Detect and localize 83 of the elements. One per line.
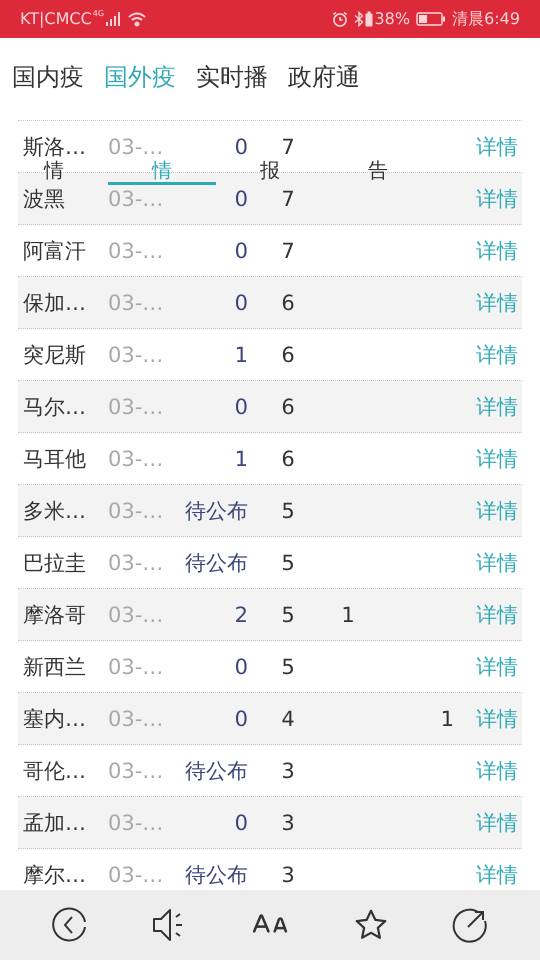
table-cell: 待公布 xyxy=(185,500,248,522)
nav-tab[interactable]: 国内疫 xyxy=(12,59,84,95)
table-cell: 待公布 xyxy=(185,864,248,886)
table-cell: 6 xyxy=(281,448,295,470)
country-name: 波黑 xyxy=(22,188,66,210)
table-cell: 5 xyxy=(281,552,295,574)
country-name: 孟加… xyxy=(22,812,87,834)
date-text: 03-… xyxy=(108,292,164,314)
date-text: 03-… xyxy=(108,396,164,418)
table-cell: 6 xyxy=(281,292,295,314)
table-cell: 6 xyxy=(281,396,295,418)
date-text: 03-… xyxy=(108,552,164,574)
table-cell: 0 xyxy=(234,396,248,418)
table-row[interactable]: 孟加… 03-… 0 3 详情 xyxy=(18,797,522,849)
country-name: 巴拉圭 xyxy=(22,552,87,574)
table-cell: 0 xyxy=(234,292,248,314)
country-name: 哥伦… xyxy=(22,760,87,782)
table-cell: 7 xyxy=(281,136,295,158)
date-text: 03-… xyxy=(108,812,164,834)
date-text: 03-… xyxy=(108,708,164,730)
share-icon[interactable] xyxy=(452,907,488,943)
country-name: 摩洛哥 xyxy=(22,604,87,626)
table-row[interactable]: 保加… 03-… 0 6 详情 xyxy=(18,277,522,329)
date-text: 03-… xyxy=(108,448,164,470)
country-name: 摩尔… xyxy=(22,864,87,886)
table-cell: 5 xyxy=(281,500,295,522)
country-name: 保加… xyxy=(22,292,87,314)
table-cell: 7 xyxy=(281,188,295,210)
table-cell: 1 xyxy=(234,344,248,366)
table-cell: 1 xyxy=(234,448,248,470)
country-name: 突尼斯 xyxy=(22,344,87,366)
battery-percent: 38% xyxy=(374,8,410,30)
back-icon[interactable] xyxy=(52,907,88,943)
table-cell: 4 xyxy=(281,708,295,730)
date-text: 03-… xyxy=(108,604,164,626)
table-cell: 0 xyxy=(234,136,248,158)
table-row[interactable]: 马尔… 03-… 0 6 详情 xyxy=(18,381,522,433)
country-name: 斯洛… xyxy=(22,136,87,158)
date-text: 03-… xyxy=(108,240,164,262)
table-cell: 待公布 xyxy=(185,760,248,782)
table-cell: 0 xyxy=(234,812,248,834)
table-row[interactable]: 多米… 03-… 待公布 5 详情 xyxy=(18,485,522,537)
nav-tab[interactable]: 政府通 xyxy=(288,59,360,95)
table-cell: 3 xyxy=(281,760,295,782)
table-cell: 3 xyxy=(281,812,295,834)
date-text: 03-… xyxy=(108,136,164,158)
table-cell: 5 xyxy=(281,656,295,678)
date-text: 03-… xyxy=(108,656,164,678)
alarm-icon xyxy=(332,11,348,27)
table-cell: 1 xyxy=(440,708,454,730)
carrier-name: KT|CMCC xyxy=(20,8,92,30)
table-cell: 0 xyxy=(234,188,248,210)
country-name: 塞内… xyxy=(22,708,87,730)
clock-time: 清晨6:49 xyxy=(452,8,520,30)
battery-icon xyxy=(416,12,446,26)
date-text: 03-… xyxy=(108,188,164,210)
table-cell: 0 xyxy=(234,656,248,678)
table-cell: 1 xyxy=(341,604,355,626)
table-cell: 6 xyxy=(281,344,295,366)
nav-tab[interactable]: 实时播 xyxy=(196,59,268,95)
network-type: 4G xyxy=(92,8,104,20)
table-row[interactable]: 摩洛哥 03-… 2 5 1 详情 xyxy=(18,589,522,641)
table-cell: 待公布 xyxy=(185,552,248,574)
country-name: 新西兰 xyxy=(22,656,87,678)
date-text: 03-… xyxy=(108,760,164,782)
country-name: 马耳他 xyxy=(22,448,87,470)
table-row[interactable]: 塞内… 03-… 0 4 1 详情 xyxy=(18,693,522,745)
battery-charging-icon xyxy=(364,11,372,27)
country-name: 多米… xyxy=(22,500,87,522)
table-cell: 3 xyxy=(281,864,295,886)
table-cell: 5 xyxy=(281,604,295,626)
country-name: 马尔… xyxy=(22,396,87,418)
country-name: 阿富汗 xyxy=(22,240,87,262)
bluetooth-icon xyxy=(354,11,364,27)
table-cell: 0 xyxy=(234,240,248,262)
wifi-icon xyxy=(127,11,148,27)
date-text: 03-… xyxy=(108,864,164,886)
date-text: 03-… xyxy=(108,344,164,366)
table-cell: 2 xyxy=(234,604,248,626)
table-cell: 0 xyxy=(234,708,248,730)
signal-icon xyxy=(105,11,122,27)
date-text: 03-… xyxy=(108,500,164,522)
table-cell: 7 xyxy=(281,240,295,262)
